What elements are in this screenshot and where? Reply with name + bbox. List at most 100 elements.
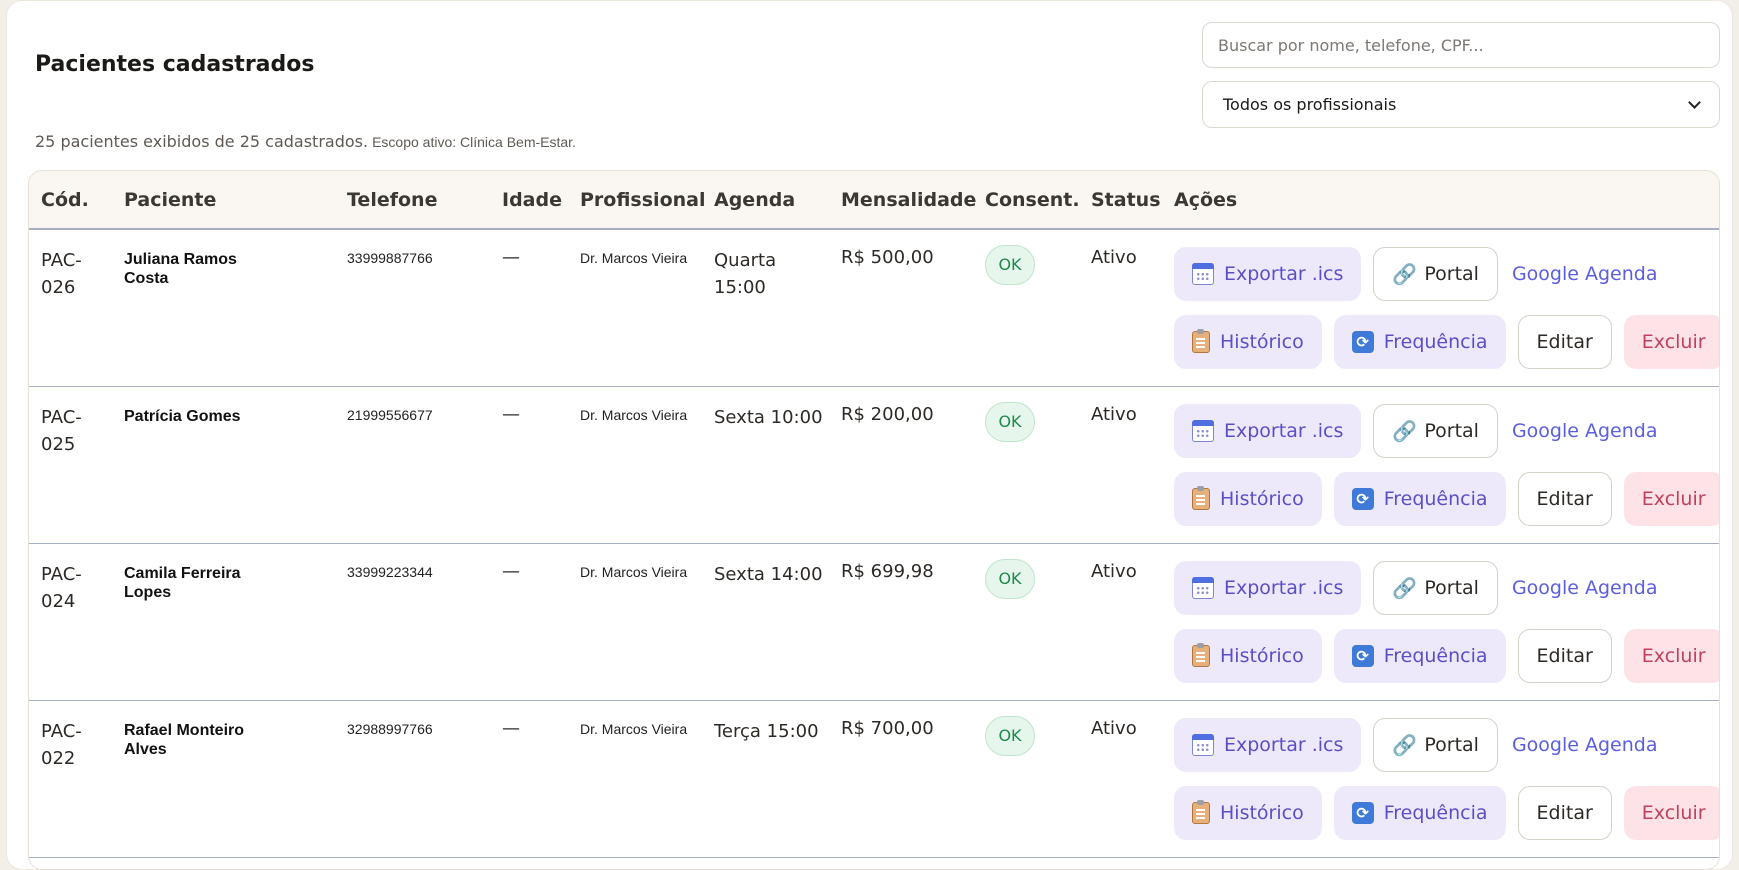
- export-ics-button[interactable]: Exportar .ics: [1174, 403, 1362, 458]
- history-label: Histórico: [1220, 487, 1304, 510]
- frequency-label: Frequência: [1383, 487, 1488, 510]
- col-header-fee[interactable]: Mensalidade: [829, 171, 976, 230]
- export-ics-label: Exportar .ics: [1224, 419, 1344, 442]
- portal-label: Portal: [1424, 263, 1479, 285]
- portal-button[interactable]: 🔗 Portal: [1373, 403, 1498, 458]
- cell-code: PAC- 024: [41, 563, 82, 612]
- cell-age: —: [502, 403, 520, 425]
- google-calendar-link[interactable]: Google Agenda: [1510, 734, 1660, 756]
- frequency-button[interactable]: ⟳ Frequência: [1333, 785, 1506, 840]
- portal-button[interactable]: 🔗 Portal: [1373, 247, 1498, 301]
- cell-consent: OK: [973, 229, 1079, 386]
- export-ics-button[interactable]: Exportar .ics: [1174, 247, 1362, 301]
- cell-consent: OK: [973, 700, 1079, 857]
- cell-age: —: [502, 560, 520, 582]
- col-header-professional[interactable]: Profissional: [568, 171, 705, 230]
- col-header-code[interactable]: Cód.: [29, 171, 112, 230]
- export-ics-button[interactable]: Exportar .ics: [1174, 717, 1362, 772]
- cell-actions: Exportar .ics 🔗 Portal Google Agenda Hist…: [1162, 543, 1719, 700]
- frequency-button[interactable]: ⟳ Frequência: [1333, 628, 1506, 683]
- patients-summary: 25 pacientes exibidos de 25 cadastrados.…: [35, 132, 576, 151]
- cell-patient-name: Camila Ferreira Lopes: [124, 564, 241, 601]
- cell-code: PAC- 022: [41, 720, 82, 769]
- cell-patient-name: Patrícia Gomes: [124, 407, 241, 425]
- cell-code: PAC- 026: [41, 250, 82, 298]
- col-header-status[interactable]: Status: [1079, 171, 1162, 230]
- col-header-consent[interactable]: Consent.: [973, 171, 1080, 230]
- cell-phone: 33999223344: [347, 563, 433, 580]
- cell-consent: OK: [973, 386, 1079, 543]
- cell-schedule: Sexta 10:00: [714, 406, 823, 428]
- col-header-schedule[interactable]: Agenda: [702, 171, 829, 230]
- cell-patient-name: Juliana Ramos Costa: [124, 251, 237, 287]
- history-label: Histórico: [1220, 644, 1304, 667]
- cell-status: Ativo: [1091, 717, 1137, 739]
- frequency-button[interactable]: ⟳ Frequência: [1333, 315, 1506, 369]
- portal-button[interactable]: 🔗 Portal: [1373, 717, 1498, 772]
- cell-phone: 32988997766: [347, 720, 433, 737]
- portal-button[interactable]: 🔗 Portal: [1373, 560, 1498, 615]
- calendar-icon: [1192, 263, 1214, 285]
- cell-age: —: [502, 247, 520, 268]
- professional-filter-select[interactable]: Todos os profissionais: [1202, 81, 1720, 128]
- col-header-age[interactable]: Idade: [490, 171, 568, 230]
- clipboard-icon: [1192, 799, 1210, 824]
- link-icon: 🔗: [1392, 418, 1418, 443]
- delete-button[interactable]: Excluir: [1623, 315, 1719, 369]
- table-row[interactable]: PAC- 025 Patrícia Gomes 21999556677 — Dr…: [29, 386, 1719, 543]
- table-row[interactable]: PAC- 022 Rafael Monteiro Alves 329889977…: [29, 700, 1719, 857]
- edit-button[interactable]: Editar: [1517, 315, 1612, 369]
- table-row[interactable]: PAC- 026 Juliana Ramos Costa 33999887766…: [29, 229, 1719, 386]
- cell-fee: R$ 699,98: [841, 560, 934, 582]
- frequency-label: Frequência: [1383, 801, 1488, 824]
- edit-button[interactable]: Editar: [1517, 471, 1612, 526]
- export-ics-button[interactable]: Exportar .ics: [1174, 560, 1362, 615]
- col-header-phone[interactable]: Telefone: [335, 171, 490, 230]
- repeat-icon: ⟳: [1351, 331, 1374, 353]
- cell-status: Ativo: [1091, 247, 1137, 268]
- google-calendar-link[interactable]: Google Agenda: [1510, 263, 1660, 285]
- delete-button[interactable]: Excluir: [1623, 628, 1719, 683]
- export-ics-label: Exportar .ics: [1224, 263, 1344, 285]
- calendar-icon: [1192, 733, 1214, 756]
- google-calendar-link[interactable]: Google Agenda: [1510, 420, 1660, 442]
- scope-text: Escopo ativo: Clínica Bem-Estar.: [372, 134, 576, 150]
- delete-button[interactable]: Excluir: [1623, 785, 1719, 840]
- clipboard-icon: [1192, 329, 1210, 353]
- cell-professional: Dr. Marcos Vieira: [580, 720, 688, 737]
- edit-button[interactable]: Editar: [1517, 628, 1612, 683]
- consent-badge: OK: [985, 245, 1035, 285]
- cell-fee: R$ 500,00: [841, 247, 934, 268]
- google-calendar-link[interactable]: Google Agenda: [1510, 577, 1660, 599]
- search-input[interactable]: [1202, 22, 1720, 68]
- cell-fee: R$ 700,00: [841, 717, 934, 739]
- cell-consent: OK: [973, 543, 1079, 700]
- col-header-patient[interactable]: Paciente: [112, 171, 335, 230]
- consent-badge: OK: [985, 558, 1035, 599]
- cell-actions: Exportar .ics 🔗 Portal Google Agenda Hist…: [1162, 700, 1719, 857]
- history-button[interactable]: Histórico: [1174, 628, 1322, 683]
- table-row[interactable]: PAC- 024 Camila Ferreira Lopes 339992233…: [29, 543, 1719, 700]
- cell-phone: 33999887766: [347, 250, 433, 266]
- history-label: Histórico: [1220, 331, 1304, 353]
- cell-status: Ativo: [1091, 560, 1137, 582]
- calendar-icon: [1192, 419, 1214, 442]
- cell-actions: Exportar .ics 🔗 Portal Google Agenda Hist…: [1162, 229, 1719, 386]
- col-header-actions: Ações: [1162, 171, 1719, 230]
- cell-actions: Exportar .ics 🔗 Portal Google Agenda Hist…: [1162, 386, 1719, 543]
- delete-button[interactable]: Excluir: [1623, 471, 1719, 526]
- cell-status: Ativo: [1091, 403, 1137, 425]
- history-button[interactable]: Histórico: [1174, 471, 1322, 526]
- link-icon: 🔗: [1392, 732, 1418, 757]
- cell-schedule: Quarta 15:00: [714, 250, 777, 298]
- frequency-label: Frequência: [1383, 644, 1488, 667]
- history-button[interactable]: Histórico: [1174, 315, 1322, 369]
- export-ics-label: Exportar .ics: [1224, 576, 1344, 599]
- history-button[interactable]: Histórico: [1174, 785, 1322, 840]
- edit-button[interactable]: Editar: [1517, 785, 1612, 840]
- patients-table: Cód. Paciente Telefone Idade Profissiona…: [28, 170, 1720, 870]
- repeat-icon: ⟳: [1351, 644, 1374, 667]
- cell-professional: Dr. Marcos Vieira: [580, 563, 688, 580]
- frequency-button[interactable]: ⟳ Frequência: [1333, 471, 1506, 526]
- cell-professional: Dr. Marcos Vieira: [580, 406, 688, 423]
